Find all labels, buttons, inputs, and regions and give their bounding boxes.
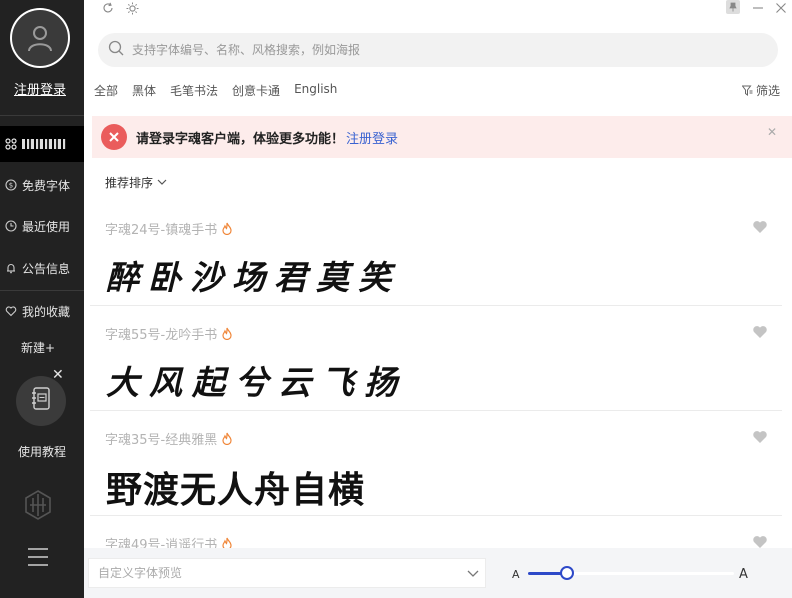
heart-icon bbox=[4, 304, 18, 318]
favorite-heart-icon[interactable] bbox=[752, 429, 768, 448]
filter-label: 筛选 bbox=[756, 84, 781, 98]
grid-icon bbox=[4, 137, 18, 151]
font-name-text: 字魂55号-龙吟手书 bbox=[105, 328, 218, 343]
category-tab-cartoon[interactable]: 创意卡通 bbox=[232, 82, 280, 99]
favorite-heart-icon[interactable] bbox=[752, 534, 768, 548]
search-input[interactable] bbox=[132, 43, 732, 57]
slider-handle[interactable] bbox=[560, 566, 575, 580]
list-item[interactable]: 字魂24号-镇魂手书 醉卧沙场君莫笑 bbox=[90, 201, 782, 306]
favorite-heart-icon[interactable] bbox=[752, 219, 768, 238]
masked-label-icon bbox=[22, 139, 66, 149]
font-name: 字魂55号-龙吟手书 bbox=[105, 324, 233, 343]
avatar[interactable] bbox=[10, 8, 70, 68]
banner-message: 请登录字魂客户端，体验更多功能！ bbox=[136, 131, 345, 147]
user-icon bbox=[12, 10, 68, 66]
filter-button[interactable]: 筛选 bbox=[742, 82, 780, 99]
font-name: 字魂24号-镇魂手书 bbox=[105, 219, 233, 238]
fire-icon bbox=[221, 222, 233, 235]
preview-input[interactable] bbox=[98, 566, 458, 580]
sidebar-item-label: 最近使用 bbox=[22, 219, 71, 234]
sidebar-item-all-fonts[interactable] bbox=[0, 126, 84, 162]
font-sample: 醉卧沙场君莫笑 bbox=[106, 258, 400, 297]
fire-icon bbox=[221, 327, 233, 340]
notebook-icon bbox=[30, 386, 52, 416]
guide-button[interactable] bbox=[16, 376, 66, 426]
font-name-text: 字魂35号-经典雅黑 bbox=[105, 433, 218, 448]
sidebar-item-announcements[interactable]: 公告信息 bbox=[0, 250, 84, 286]
font-name: 字魂35号-经典雅黑 bbox=[105, 429, 233, 448]
refresh-icon[interactable] bbox=[100, 0, 116, 16]
font-name: 字魂49号-逍遥行书 bbox=[105, 534, 233, 548]
divider bbox=[0, 115, 84, 116]
app-logo-icon bbox=[24, 490, 52, 524]
category-tab-all[interactable]: 全部 bbox=[94, 82, 118, 99]
sort-dropdown[interactable]: 推荐排序 bbox=[105, 174, 167, 191]
sidebar-item-label: 免费字体 bbox=[22, 178, 71, 193]
fire-icon bbox=[221, 537, 233, 548]
font-name-text: 字魂24号-镇魂手书 bbox=[105, 223, 218, 238]
login-banner: 请登录字魂客户端，体验更多功能！ 注册登录 ✕ bbox=[92, 116, 792, 158]
banner-close-icon[interactable]: ✕ bbox=[767, 125, 777, 139]
category-tab-heiti[interactable]: 黑体 bbox=[132, 82, 156, 99]
sidebar-login-link[interactable]: 注册登录 bbox=[0, 79, 80, 98]
sidebar-item-label: 公告信息 bbox=[22, 261, 71, 276]
font-list: 字魂24号-镇魂手书 醉卧沙场君莫笑 字魂55号-龙吟手书 大风起兮云飞扬 字魂… bbox=[90, 201, 782, 548]
search-icon bbox=[108, 40, 124, 60]
size-slider[interactable] bbox=[528, 566, 734, 580]
category-tab-english[interactable]: English bbox=[294, 82, 337, 99]
error-icon bbox=[101, 124, 127, 150]
font-sample: 野渡无人舟自横 bbox=[106, 470, 366, 511]
sun-icon[interactable] bbox=[124, 0, 140, 16]
search-bar bbox=[98, 33, 778, 67]
sidebar-item-label: 我的收藏 bbox=[22, 304, 71, 319]
chevron-down-icon[interactable] bbox=[467, 567, 479, 581]
close-icon[interactable] bbox=[773, 0, 789, 16]
size-small-label: A bbox=[512, 568, 520, 581]
chevron-down-icon bbox=[157, 179, 167, 186]
list-item[interactable]: 字魂49号-逍遥行书 bbox=[90, 515, 782, 548]
fire-icon bbox=[221, 432, 233, 445]
font-sample: 大风起兮云飞扬 bbox=[106, 363, 407, 402]
category-tab-calligraphy[interactable]: 毛笔书法 bbox=[170, 82, 218, 99]
guide-label[interactable]: 使用教程 bbox=[0, 443, 84, 460]
sidebar-item-favorites[interactable]: 我的收藏 bbox=[0, 293, 84, 329]
new-folder-button[interactable]: 新建+ bbox=[21, 339, 55, 356]
list-item[interactable]: 字魂35号-经典雅黑 野渡无人舟自横 bbox=[90, 410, 782, 516]
size-large-label: A bbox=[739, 567, 748, 582]
clock-icon bbox=[4, 219, 18, 233]
app-window: 注册登录 $ 免费字体 最近使用 公告信息 我的收藏 新建+ ✕ 使用教程 支持… bbox=[0, 0, 792, 598]
svg-text:$: $ bbox=[9, 182, 13, 190]
preview-field bbox=[88, 558, 486, 588]
sidebar-item-recent[interactable]: 最近使用 bbox=[0, 208, 84, 244]
divider bbox=[0, 290, 84, 291]
category-tabs: 全部 黑体 毛笔书法 创意卡通 English bbox=[94, 82, 351, 99]
free-icon: $ bbox=[4, 178, 18, 192]
banner-register-link[interactable]: 注册登录 bbox=[346, 128, 398, 147]
favorite-heart-icon[interactable] bbox=[752, 324, 768, 343]
filter-icon bbox=[742, 85, 753, 96]
list-item[interactable]: 字魂55号-龙吟手书 大风起兮云飞扬 bbox=[90, 305, 782, 411]
pin-icon[interactable] bbox=[726, 0, 740, 14]
sidebar-item-free-fonts[interactable]: $ 免费字体 bbox=[0, 167, 84, 203]
minimize-icon[interactable] bbox=[750, 0, 766, 16]
menu-icon[interactable] bbox=[27, 547, 49, 571]
font-name-text: 字魂49号-逍遥行书 bbox=[105, 538, 218, 548]
bell-icon bbox=[4, 261, 18, 275]
bottom-bar: A A bbox=[84, 548, 792, 598]
sort-label: 推荐排序 bbox=[105, 176, 154, 190]
sidebar: 注册登录 $ 免费字体 最近使用 公告信息 我的收藏 新建+ ✕ 使用教程 bbox=[0, 0, 84, 598]
